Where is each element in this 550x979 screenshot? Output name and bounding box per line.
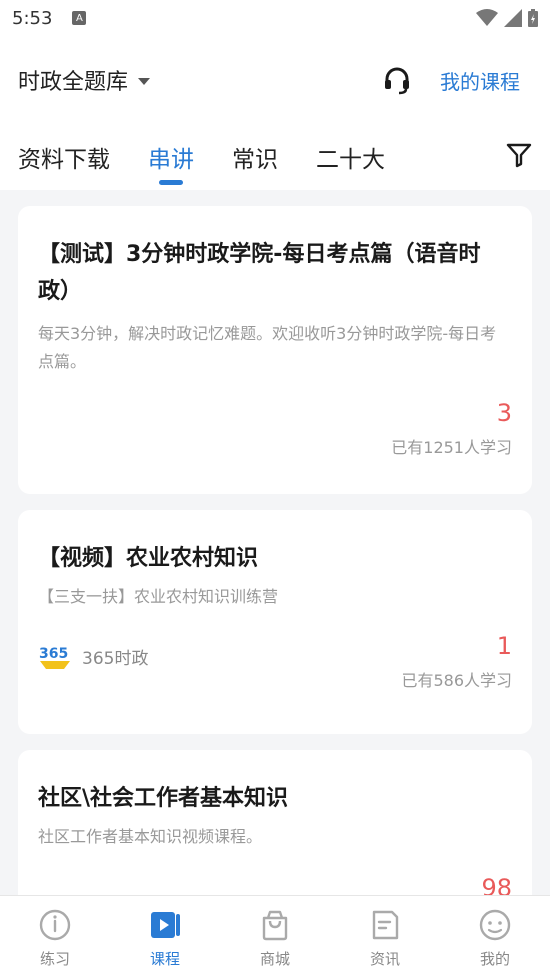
course-title: 【测试】3分钟时政学院-每日考点篇（语音时政）	[38, 242, 481, 304]
nav-item-profile[interactable]: 我的	[440, 896, 550, 979]
header-top: 时政全题库 我的课程	[18, 62, 520, 98]
nav-item-practice[interactable]: 练习	[0, 896, 110, 979]
course-stats: 3 已有1251人学习	[391, 398, 512, 458]
wifi-icon	[476, 9, 498, 26]
nav-item-course[interactable]: 课程	[110, 896, 220, 979]
nav-item-news[interactable]: 资讯	[330, 896, 440, 979]
publisher-logo-icon: 365	[39, 646, 70, 669]
course-description: 每天3分钟，解决时政记忆难题。欢迎收听3分钟时政学院-每日考点篇。	[38, 324, 497, 371]
practice-icon	[39, 909, 71, 941]
course-footer: 3 已有1251人学习	[38, 398, 512, 458]
course-description: 社区工作者基本知识视频课程。	[38, 827, 263, 846]
course-list: 【测试】3分钟时政学院-每日考点篇（语音时政） 每天3分钟，解决时政记忆难题。欢…	[18, 206, 532, 966]
course-card[interactable]: 【测试】3分钟时政学院-每日考点篇（语音时政） 每天3分钟，解决时政记忆难题。欢…	[18, 206, 532, 494]
headset-icon[interactable]	[382, 65, 412, 95]
bank-title: 时政全题库	[18, 70, 129, 95]
nav-label: 课程	[149, 950, 180, 968]
nav-label: 练习	[39, 950, 70, 968]
learner-count: 已有586人学习	[401, 671, 512, 690]
notification-icon: A	[72, 11, 87, 25]
tab-common-knowledge[interactable]: 常识	[232, 140, 278, 186]
course-description: 【三支一扶】农业农村知识训练营	[38, 587, 279, 606]
mall-icon	[262, 910, 288, 941]
profile-icon	[479, 909, 511, 941]
course-footer: 365 365时政 1 已有586人学习	[38, 631, 512, 691]
publisher-name: 365时政	[82, 648, 149, 669]
nav-label: 我的	[479, 950, 510, 968]
status-time: 5:53	[12, 7, 53, 29]
status-bar: 5:53 A	[0, 0, 550, 36]
course-stats: 1 已有586人学习	[401, 631, 512, 691]
nav-label: 资讯	[369, 950, 400, 968]
bottom-nav: 练习 课程 商城 资讯 我的	[0, 895, 550, 979]
tab-twentieth-congress[interactable]: 二十大	[316, 140, 385, 186]
course-icon	[151, 912, 180, 938]
course-title: 【视频】农业农村知识	[38, 546, 259, 571]
nav-item-mall[interactable]: 商城	[220, 896, 330, 979]
news-icon	[372, 910, 399, 940]
filter-icon[interactable]	[506, 142, 532, 168]
my-course-link[interactable]: 我的课程	[440, 66, 520, 95]
svg-text:365: 365	[39, 646, 68, 662]
tab-lecture[interactable]: 串讲	[148, 140, 194, 186]
nav-label: 商城	[259, 950, 290, 968]
course-card[interactable]: 【视频】农业农村知识 【三支一扶】农业农村知识训练营 365 365时政 1 已…	[18, 510, 532, 734]
question-bank-selector[interactable]: 时政全题库	[18, 64, 151, 96]
lesson-count: 3	[496, 399, 512, 427]
tab-materials[interactable]: 资料下载	[18, 140, 110, 186]
header: 时政全题库 我的课程 资料下载 串讲 常识 二十大	[0, 36, 550, 190]
signal-icon	[504, 9, 522, 27]
learner-count: 已有1251人学习	[391, 438, 512, 457]
battery-icon	[528, 9, 538, 27]
category-tabs: 资料下载 串讲 常识 二十大	[18, 140, 532, 186]
lesson-count: 1	[496, 632, 512, 660]
header-actions: 我的课程	[382, 65, 520, 95]
caret-down-icon	[138, 77, 151, 85]
publisher: 365 365时政	[38, 641, 148, 671]
status-icons	[476, 9, 538, 27]
course-title: 社区\社会工作者基本知识	[38, 786, 289, 811]
